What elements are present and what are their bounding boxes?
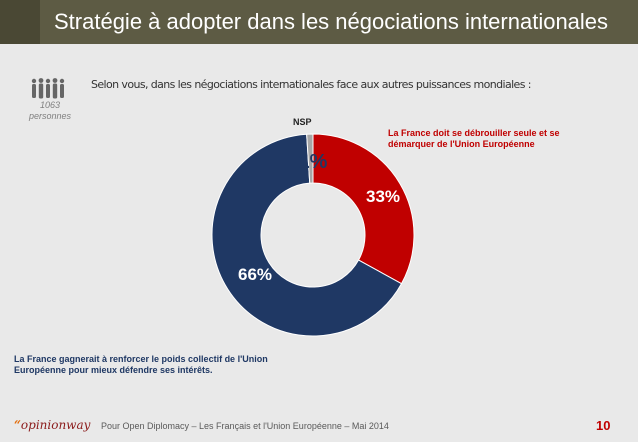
slice-eu-value: 66%	[238, 265, 272, 284]
slice-alone	[312, 133, 415, 285]
logo-mark: “	[14, 418, 21, 432]
slice-alone-value: 33%	[366, 187, 400, 206]
slice-label-eu: La France gagnerait à renforcer le poids…	[14, 354, 268, 375]
slice-label-alone: La France doit se débrouiller seule et s…	[388, 128, 560, 149]
slice-nsp-value: 1%	[299, 151, 328, 173]
opinionway-logo: “opinionway	[14, 418, 90, 432]
slice-label-nsp: NSP	[293, 117, 312, 127]
logo-text: opinionway	[20, 418, 91, 432]
footer-text: Pour Open Diplomacy – Les Français et l'…	[101, 421, 389, 431]
page-number: 10	[596, 418, 611, 433]
